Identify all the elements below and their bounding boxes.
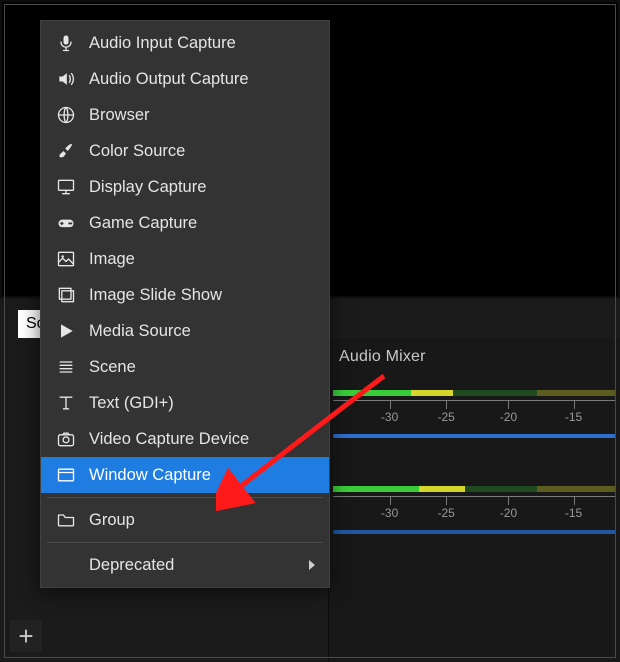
menu-separator xyxy=(47,497,323,498)
meter-fill xyxy=(333,390,453,396)
globe-icon xyxy=(53,103,79,127)
menu-item-label: Display Capture xyxy=(89,179,206,196)
mic-icon xyxy=(53,31,79,55)
audio-meter-1: -30 -25 -20 -15 xyxy=(329,376,620,466)
menu-item-label: Video Capture Device xyxy=(89,431,249,448)
menu-item-label: Color Source xyxy=(89,143,185,160)
menu-item-mic[interactable]: Audio Input Capture xyxy=(41,25,329,61)
tick-label: -30 xyxy=(381,506,398,520)
meter-scale: -30 -25 -20 -15 xyxy=(333,496,616,516)
menu-item-camera[interactable]: Video Capture Device xyxy=(41,421,329,457)
menu-item-label: Text (GDI+) xyxy=(89,395,174,412)
meter-fill xyxy=(333,486,465,492)
tick-label: -25 xyxy=(438,410,455,424)
menu-item-window[interactable]: Window Capture xyxy=(41,457,329,493)
menu-item-image[interactable]: Image xyxy=(41,241,329,277)
audio-mixer-panel: Audio Mixer -30 -25 -20 -15 -30 -25 -20 … xyxy=(328,338,620,662)
menu-item-speaker[interactable]: Audio Output Capture xyxy=(41,61,329,97)
brush-icon xyxy=(53,139,79,163)
menu-item-label: Game Capture xyxy=(89,215,197,232)
tick-label: -30 xyxy=(381,410,398,424)
menu-item-list[interactable]: Scene xyxy=(41,349,329,385)
speaker-icon xyxy=(53,67,79,91)
menu-item-label: Deprecated xyxy=(89,557,174,574)
tick-label: -15 xyxy=(565,506,582,520)
menu-item-label: Browser xyxy=(89,107,150,124)
tick-label: -25 xyxy=(438,506,455,520)
slideshow-icon xyxy=(53,283,79,307)
tick-label: -20 xyxy=(500,410,517,424)
menu-item-label: Window Capture xyxy=(89,467,211,484)
folder-icon xyxy=(53,508,79,532)
audio-meter-2: -30 -25 -20 -15 xyxy=(329,472,620,562)
add-source-button[interactable]: + xyxy=(10,620,42,652)
list-icon xyxy=(53,355,79,379)
add-source-menu: Audio Input Capture Audio Output Capture B… xyxy=(40,20,330,588)
volume-slider[interactable] xyxy=(333,530,616,534)
menu-item-label: Scene xyxy=(89,359,136,376)
menu-item-play[interactable]: Media Source xyxy=(41,313,329,349)
menu-item-label: Media Source xyxy=(89,323,191,340)
menu-submenu-deprecated[interactable]: Deprecated xyxy=(41,547,329,583)
volume-slider[interactable] xyxy=(333,434,616,438)
text-icon xyxy=(53,391,79,415)
menu-item-label: Group xyxy=(89,512,135,529)
menu-item-slideshow[interactable]: Image Slide Show xyxy=(41,277,329,313)
plus-icon: + xyxy=(18,621,33,652)
monitor-icon xyxy=(53,175,79,199)
meter-scale: -30 -25 -20 -15 xyxy=(333,400,616,420)
menu-item-text[interactable]: Text (GDI+) xyxy=(41,385,329,421)
gamepad-icon xyxy=(53,211,79,235)
image-icon xyxy=(53,247,79,271)
tick-label: -15 xyxy=(565,410,582,424)
menu-item-monitor[interactable]: Display Capture xyxy=(41,169,329,205)
menu-item-label: Audio Input Capture xyxy=(89,35,236,52)
menu-item-label: Audio Output Capture xyxy=(89,71,249,88)
camera-icon xyxy=(53,427,79,451)
menu-item-gamepad[interactable]: Game Capture xyxy=(41,205,329,241)
menu-item-group[interactable]: Group xyxy=(41,502,329,538)
menu-separator xyxy=(47,542,323,543)
window-icon xyxy=(53,463,79,487)
menu-item-label: Image xyxy=(89,251,135,268)
menu-item-brush[interactable]: Color Source xyxy=(41,133,329,169)
chevron-right-icon xyxy=(309,560,315,570)
audio-mixer-title: Audio Mixer xyxy=(329,342,620,376)
menu-item-globe[interactable]: Browser xyxy=(41,97,329,133)
play-icon xyxy=(53,319,79,343)
menu-item-label: Image Slide Show xyxy=(89,287,222,304)
tick-label: -20 xyxy=(500,506,517,520)
